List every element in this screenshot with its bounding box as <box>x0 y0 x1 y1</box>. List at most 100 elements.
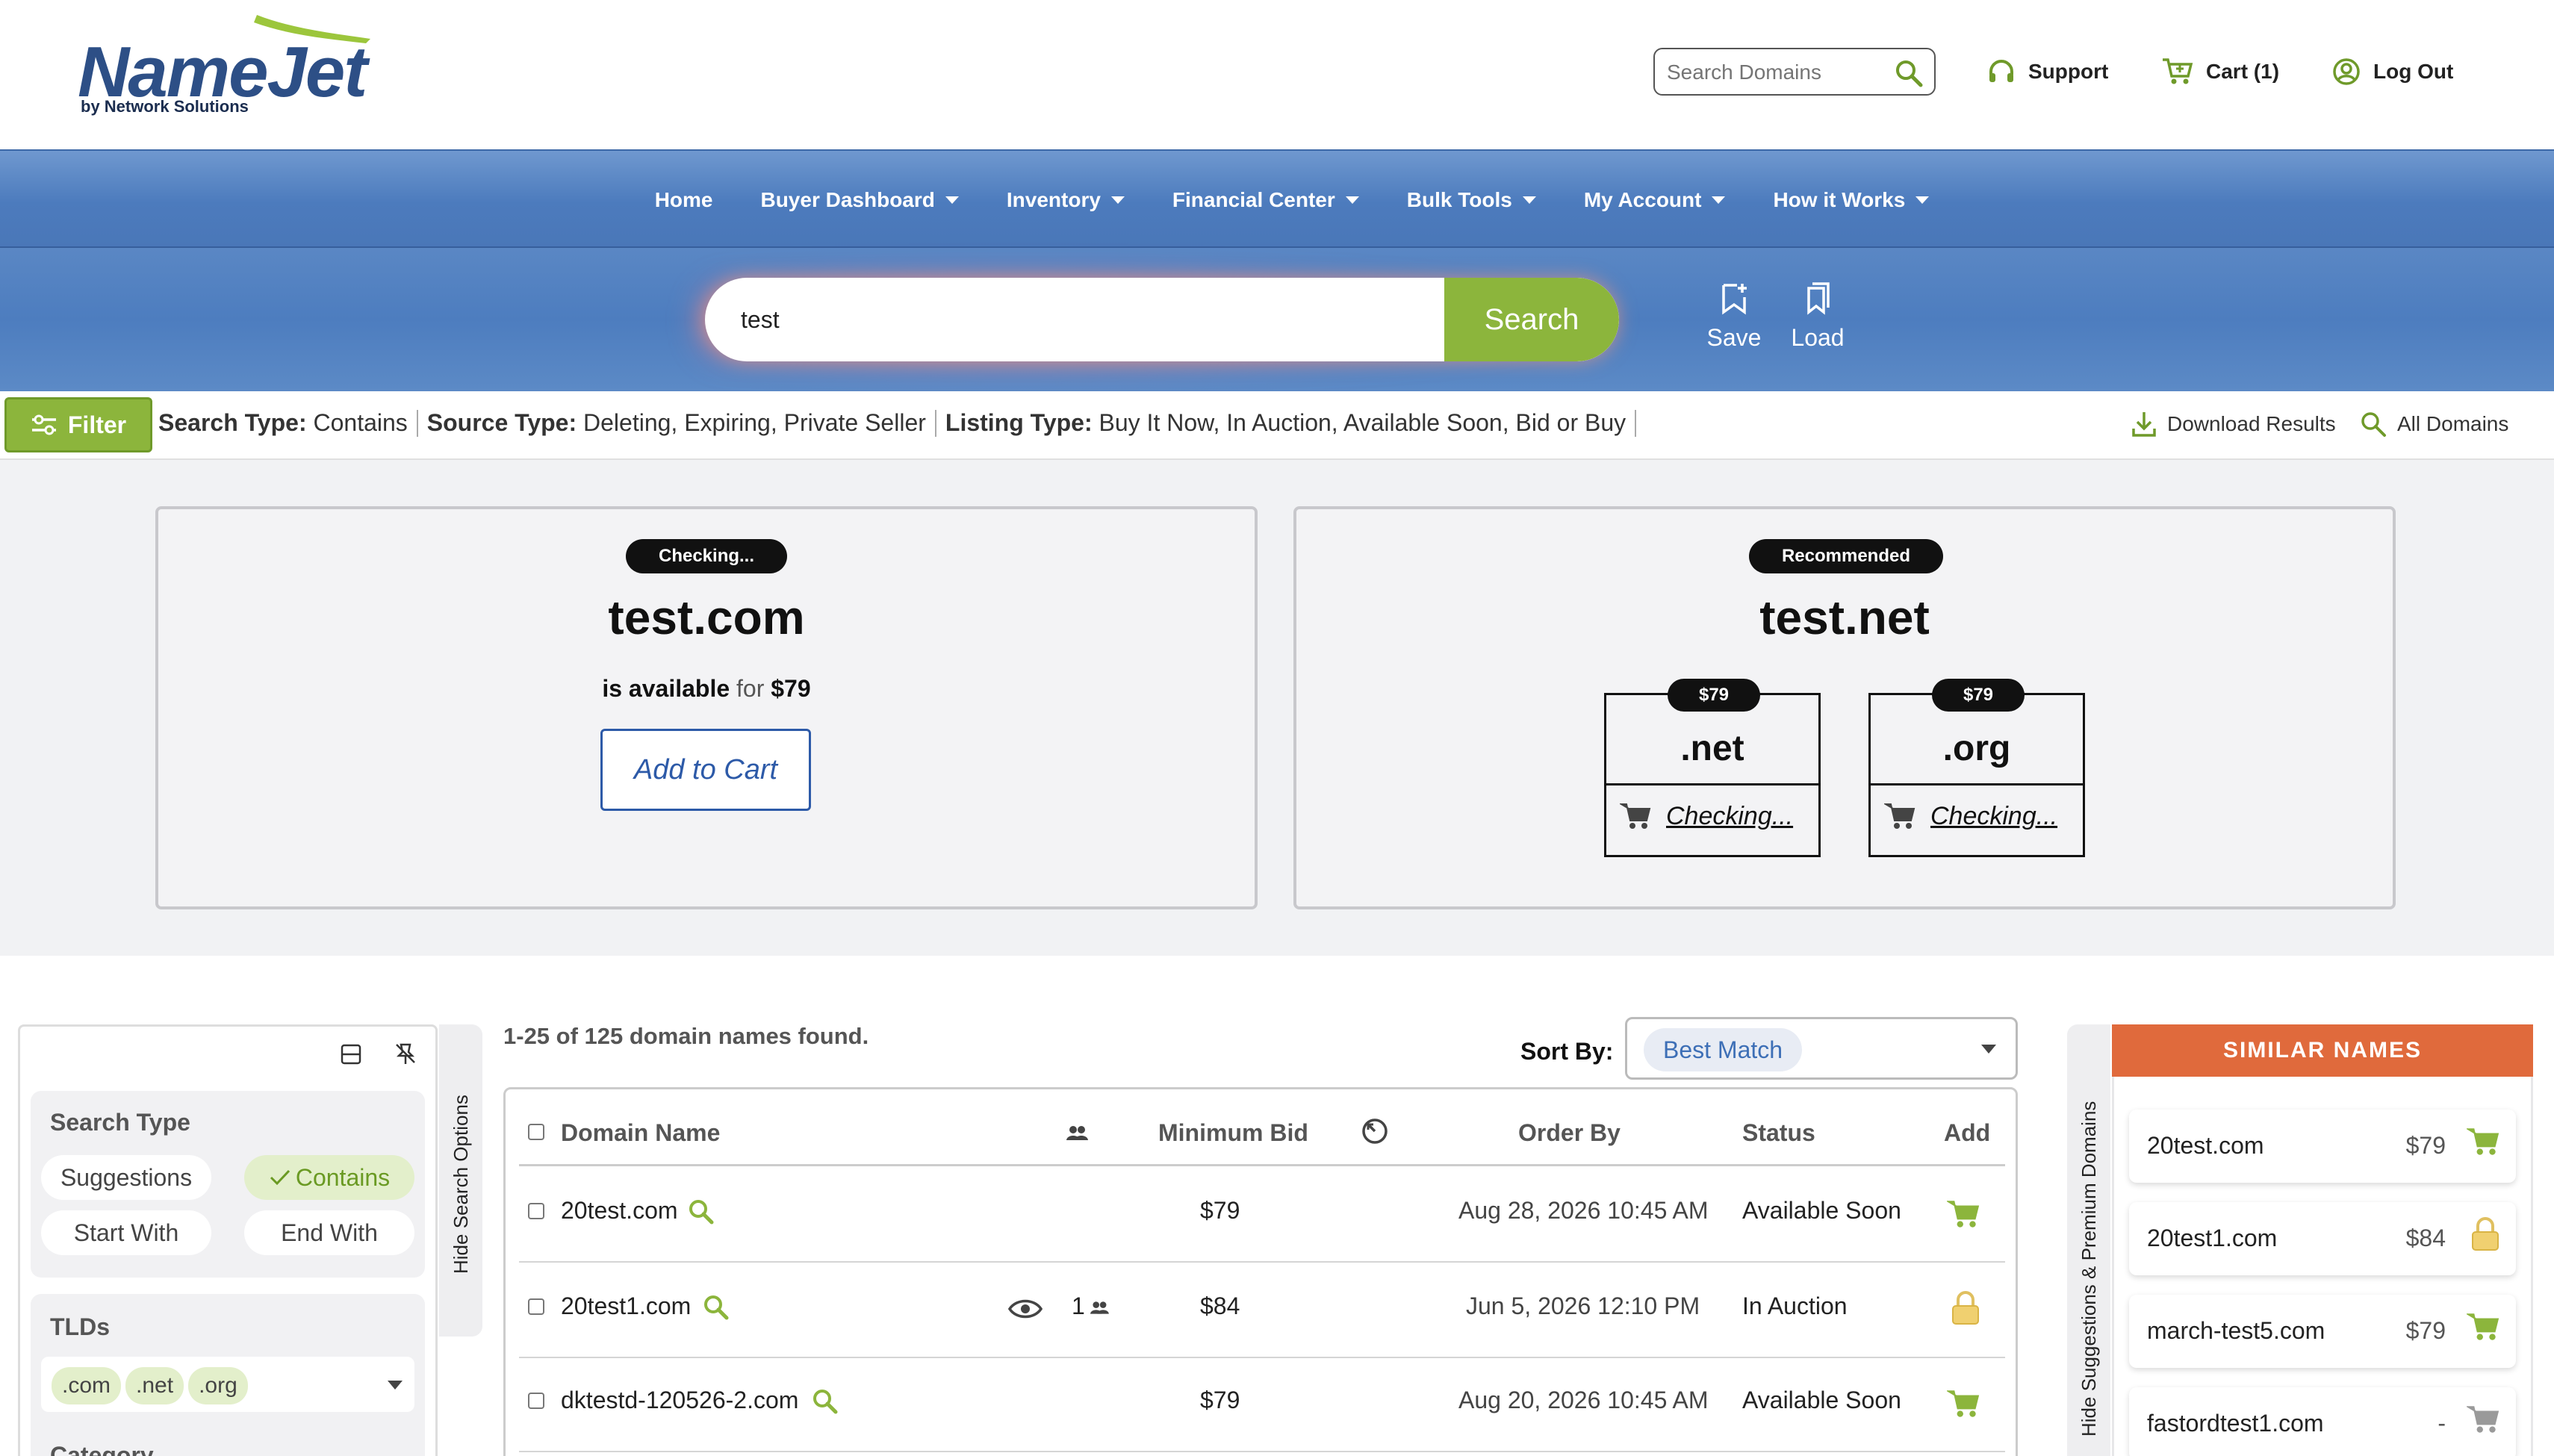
download-icon <box>2132 412 2156 437</box>
search-type-start-with[interactable]: Start With <box>41 1210 211 1255</box>
cart-icon[interactable] <box>2467 1311 2501 1343</box>
primary-price: $79 <box>771 675 811 702</box>
search-icon[interactable] <box>701 1292 731 1322</box>
similar-name[interactable]: 20test1.com <box>2147 1225 2277 1252</box>
tld-chip[interactable]: .com <box>52 1367 122 1404</box>
row-checkbox[interactable] <box>528 1203 544 1219</box>
clock-arrow-icon[interactable] <box>1360 1116 1390 1146</box>
caret-down-icon <box>1110 196 1125 204</box>
download-label: Download Results <box>2167 412 2336 435</box>
col-order-by[interactable]: Order By <box>1518 1119 1621 1147</box>
hide-search-options-tab[interactable]: Hide Search Options <box>439 1024 482 1337</box>
for-label: for <box>736 675 765 702</box>
source-type-label: Source Type: <box>426 409 577 436</box>
hide-search-options-label: Hide Search Options <box>450 1095 472 1274</box>
hide-suggestions-label: Hide Suggestions & Premium Domains <box>2078 1101 2100 1437</box>
similar-price: - <box>2438 1410 2446 1437</box>
tld-add-to-cart[interactable]: Checking... <box>1884 801 2057 831</box>
col-minimum-bid[interactable]: Minimum Bid <box>1158 1119 1308 1147</box>
similar-name-item[interactable]: fastordtest1.com - <box>2129 1387 2516 1456</box>
nav-item-inventory[interactable]: Inventory <box>1007 188 1125 212</box>
tld-chip[interactable]: .net <box>125 1367 184 1404</box>
nav-item-buyer-dashboard[interactable]: Buyer Dashboard <box>760 188 959 212</box>
all-domains-link[interactable]: All Domains <box>2360 411 2508 438</box>
search-icon[interactable] <box>686 1197 716 1227</box>
sort-value: Best Match <box>1644 1028 1803 1071</box>
add-to-cart-button[interactable]: Add to Cart <box>600 729 811 811</box>
primary-domain-name: test.com <box>608 591 805 644</box>
lock-icon[interactable] <box>1950 1289 1981 1327</box>
save-label: Save <box>1706 324 1762 351</box>
main-search-bar[interactable]: Search <box>705 278 1619 361</box>
hide-suggestions-tab[interactable]: Hide Suggestions & Premium Domains <box>2067 1024 2110 1456</box>
row-divider <box>519 1357 2005 1358</box>
nav-item-financial-center[interactable]: Financial Center <box>1172 188 1359 212</box>
bidders-icon <box>1090 1301 1109 1314</box>
main-search-input[interactable] <box>741 300 1413 339</box>
cart-icon[interactable] <box>2467 1126 2501 1157</box>
row-checkbox[interactable] <box>528 1393 544 1409</box>
tld-chip[interactable]: .org <box>188 1367 248 1404</box>
tld-price-badge: $79 <box>1932 679 2025 712</box>
load-search-button[interactable]: Load <box>1780 281 1855 352</box>
cart-icon[interactable] <box>2467 1404 2501 1435</box>
search-button[interactable]: Search <box>1444 278 1619 361</box>
bidders-icon[interactable] <box>1064 1122 1090 1143</box>
row-checkbox[interactable] <box>528 1298 544 1315</box>
tld-select[interactable]: .com .net .org <box>41 1357 414 1412</box>
nav-item-how-it-works[interactable]: How it Works <box>1773 188 1930 212</box>
row-order-by: Aug 20, 2026 10:45 AM <box>1458 1387 1709 1413</box>
tld-status: Checking... <box>1930 801 2058 830</box>
watch-eye-icon[interactable] <box>1007 1297 1043 1321</box>
row-domain[interactable]: dktestd-120526-2.com <box>561 1387 798 1414</box>
similar-names-header: SIMILAR NAMES <box>2112 1024 2533 1077</box>
unpin-icon[interactable] <box>394 1042 417 1065</box>
nav-item-home[interactable]: Home <box>655 188 713 212</box>
similar-name-item[interactable]: march-test5.com $79 <box>2129 1295 2516 1368</box>
download-results-link[interactable]: Download Results <box>2131 411 2336 438</box>
col-status[interactable]: Status <box>1742 1119 1815 1147</box>
row-domain[interactable]: 20test1.com <box>561 1292 691 1320</box>
search-type-title: Search Type <box>50 1109 190 1136</box>
support-link[interactable]: Support <box>1986 55 2108 88</box>
collapse-panel-icon[interactable] <box>340 1043 362 1065</box>
similar-name[interactable]: march-test5.com <box>2147 1317 2325 1345</box>
header-search-input[interactable] <box>1667 58 1891 87</box>
logout-label: Log Out <box>2373 60 2454 83</box>
row-domain[interactable]: 20test.com <box>561 1197 678 1225</box>
similar-names-panel: 20test.com $79 20test1.com $84 march-tes… <box>2112 1077 2533 1456</box>
main-nav: Home Buyer Dashboard Inventory Financial… <box>0 149 2554 248</box>
headset-icon <box>1989 60 2013 82</box>
similar-name[interactable]: 20test.com <box>2147 1132 2264 1160</box>
cart-link[interactable]: Cart (1) <box>2161 55 2279 88</box>
divider <box>1606 783 1818 785</box>
nav-item-bulk-tools[interactable]: Bulk Tools <box>1407 188 1536 212</box>
search-type-end-with[interactable]: End With <box>244 1210 414 1255</box>
search-type-contains[interactable]: Contains <box>244 1155 414 1200</box>
divider <box>934 409 936 437</box>
sort-select[interactable]: Best Match <box>1625 1017 2018 1080</box>
lock-icon[interactable] <box>2470 1216 2501 1253</box>
similar-name-item[interactable]: 20test1.com $84 <box>2129 1202 2516 1275</box>
search-icon[interactable] <box>810 1387 840 1416</box>
contains-label: Contains <box>295 1163 391 1191</box>
row-min-bid: $79 <box>1200 1387 1240 1413</box>
tld-add-to-cart[interactable]: Checking... <box>1620 801 1793 831</box>
search-type-suggestions[interactable]: Suggestions <box>41 1155 211 1200</box>
save-search-button[interactable]: Save <box>1697 281 1771 352</box>
header-search-box[interactable] <box>1653 48 1936 96</box>
filter-button[interactable]: Filter <box>4 397 152 452</box>
nav-item-my-account[interactable]: My Account <box>1584 188 1726 212</box>
cart-icon[interactable] <box>1947 1388 1981 1419</box>
bookmark-add-icon <box>1722 284 1747 315</box>
col-domain-name[interactable]: Domain Name <box>561 1119 720 1147</box>
recommended-badge: Recommended <box>1749 539 1943 573</box>
search-type-value: Contains <box>313 409 408 436</box>
logout-link[interactable]: Log Out <box>2331 55 2453 88</box>
select-all-checkbox[interactable] <box>528 1124 544 1140</box>
similar-name[interactable]: fastordtest1.com <box>2147 1410 2324 1437</box>
cart-icon[interactable] <box>1947 1198 1981 1230</box>
caret-down-icon <box>1522 196 1536 204</box>
similar-name-item[interactable]: 20test.com $79 <box>2129 1110 2516 1183</box>
search-icon[interactable] <box>1894 58 1924 88</box>
